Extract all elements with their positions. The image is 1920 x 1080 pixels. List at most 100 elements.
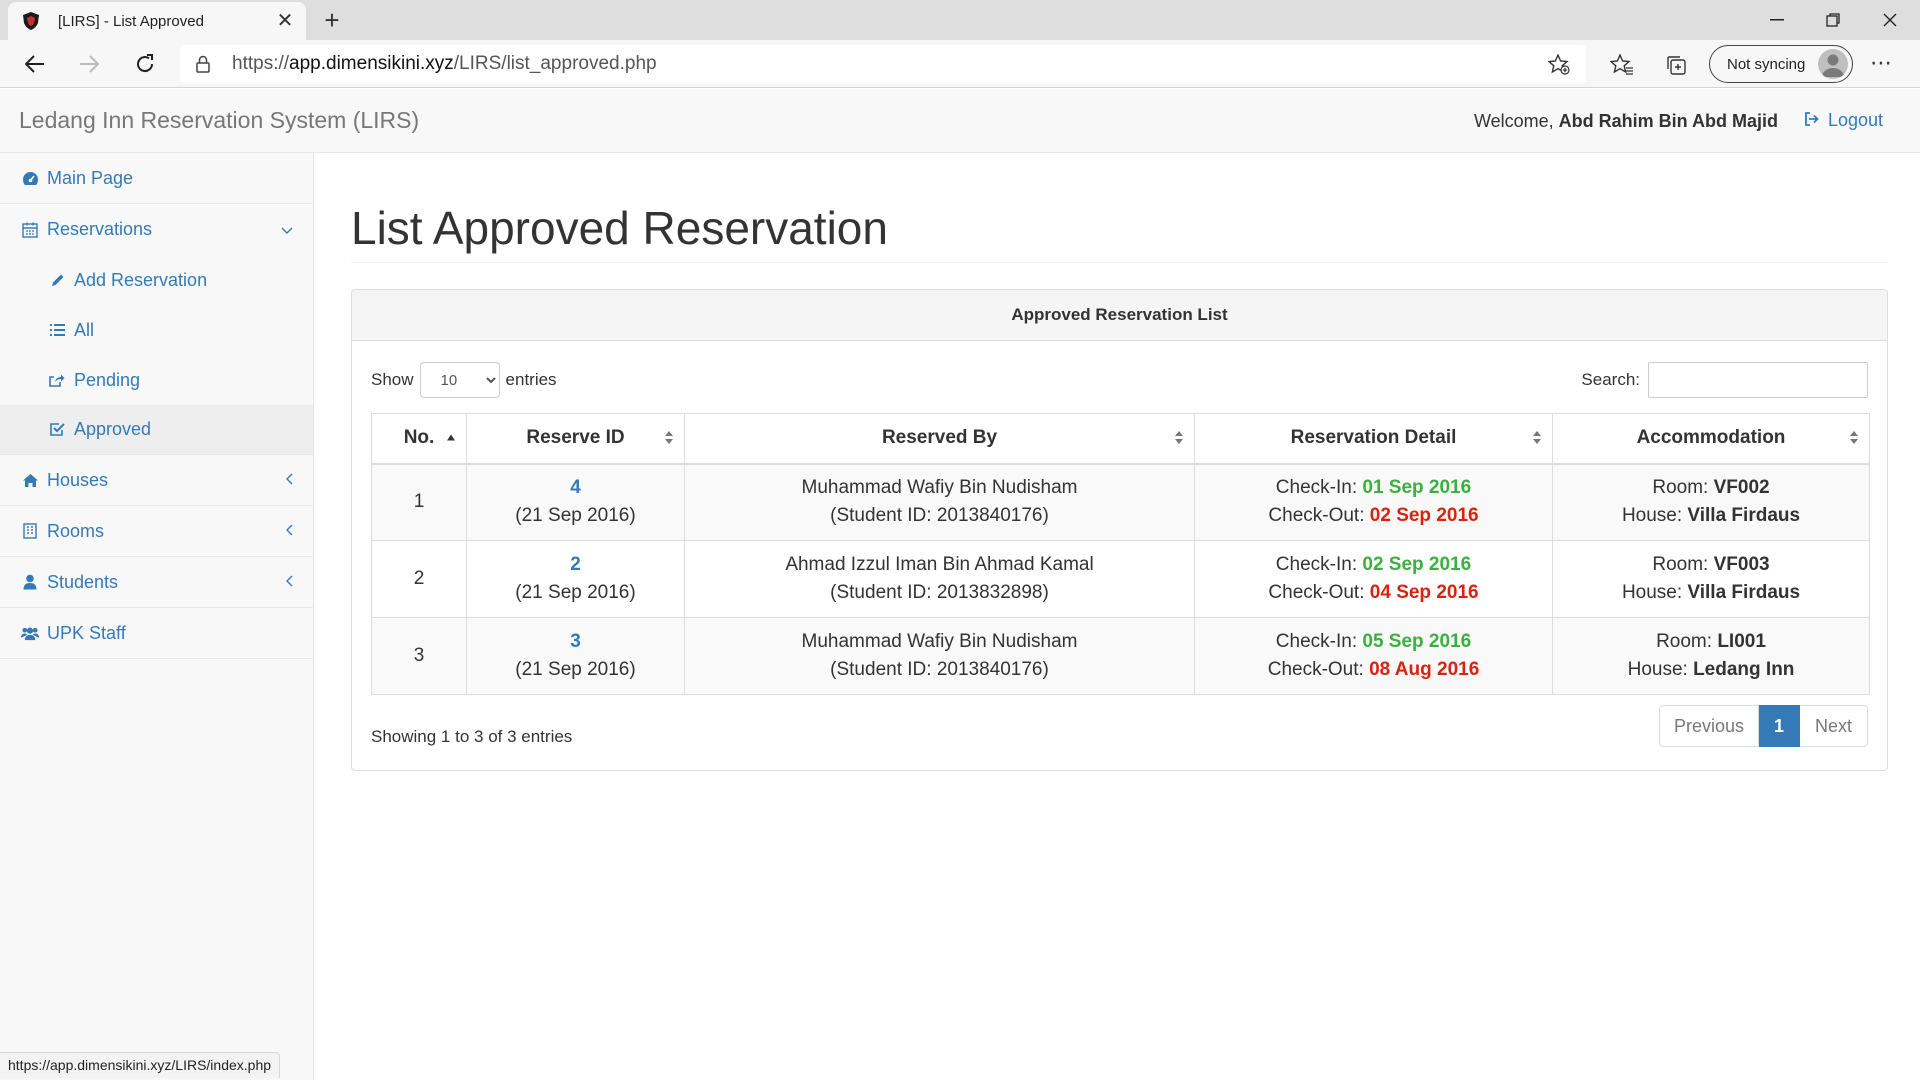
- table-row: 2 2 (21 Sep 2016) Ahmad Izzul Iman Bin A…: [371, 540, 1870, 618]
- sidebar-item-students[interactable]: Students: [0, 557, 313, 608]
- column-header-reservation-detail[interactable]: Reservation Detail: [1194, 413, 1553, 465]
- share-square-icon: [48, 371, 66, 389]
- student-name: Muhammad Wafiy Bin Nudisham: [801, 631, 1078, 652]
- building-icon: [21, 522, 39, 540]
- pagination-page-button[interactable]: 1: [1759, 705, 1800, 747]
- pagination-next-button[interactable]: Next: [1800, 705, 1868, 747]
- main-content: List Approved Reservation Approved Reser…: [315, 153, 1920, 1080]
- profile-avatar-icon: [1818, 49, 1848, 79]
- sidebar-item-all[interactable]: All: [0, 305, 313, 355]
- home-icon: [21, 471, 39, 489]
- user-icon: [21, 573, 39, 591]
- sidebar-item-rooms[interactable]: Rooms: [0, 506, 313, 557]
- student-name: Ahmad Izzul Iman Bin Ahmad Kamal: [785, 554, 1094, 575]
- sort-both-icon: [1532, 430, 1542, 446]
- sync-button[interactable]: Not syncing: [1709, 45, 1853, 83]
- room-code: VF003: [1713, 554, 1770, 575]
- dashboard-icon: [21, 169, 39, 187]
- more-menu-icon[interactable]: ⋯: [1870, 50, 1893, 76]
- forward-icon[interactable]: [72, 48, 106, 80]
- entries-length-control: Show 10 entries: [371, 362, 557, 398]
- house-name: Ledang Inn: [1693, 659, 1795, 680]
- table-header-row: No. Reserve ID Reserved By Reservation D…: [371, 413, 1870, 465]
- tab-close-icon[interactable]: ✕: [276, 11, 294, 31]
- favorites-icon[interactable]: [1609, 52, 1635, 78]
- page-title: List Approved Reservation: [351, 202, 888, 254]
- pagination-previous-button[interactable]: Previous: [1659, 705, 1759, 747]
- sidebar-item-pending[interactable]: Pending: [0, 355, 313, 405]
- reservation-panel: Approved Reservation List Show 10 entrie…: [351, 289, 1888, 771]
- chevron-down-icon: [281, 222, 293, 238]
- browser-tabstrip: [LIRS] - List Approved ✕ +: [0, 0, 1920, 40]
- show-label: Show: [371, 370, 414, 389]
- room-code: LI001: [1717, 631, 1766, 652]
- sort-both-icon: [664, 430, 674, 446]
- reserve-date: (21 Sep 2016): [515, 505, 636, 527]
- sidebar-item-upk-staff[interactable]: UPK Staff: [0, 608, 313, 659]
- reserve-id-link[interactable]: 3: [570, 631, 581, 652]
- panel-heading: Approved Reservation List: [352, 290, 1887, 341]
- checkout-date: 02 Sep 2016: [1369, 505, 1479, 527]
- chevron-left-icon: [285, 574, 293, 590]
- link-status-bar: https://app.dimensikini.xyz/LIRS/index.p…: [0, 1052, 281, 1078]
- checkout-date: 04 Sep 2016: [1369, 582, 1479, 603]
- close-window-icon[interactable]: [1862, 0, 1918, 40]
- url-text: https://app.dimensikini.xyz/LIRS/list_ap…: [232, 53, 657, 74]
- sidebar-item-houses[interactable]: Houses: [0, 455, 313, 506]
- checkin-date: 01 Sep 2016: [1362, 477, 1472, 499]
- cell-reserve-id: 2 (21 Sep 2016): [466, 540, 685, 618]
- reservation-table: No. Reserve ID Reserved By Reservation D…: [371, 413, 1870, 695]
- check-square-icon: [48, 421, 66, 439]
- table-row: 3 3 (21 Sep 2016) Muhammad Wafiy Bin Nud…: [371, 617, 1870, 695]
- reserve-id-link[interactable]: 2: [570, 554, 581, 575]
- user-name: Abd Rahim Bin Abd Majid: [1558, 111, 1778, 131]
- new-tab-icon[interactable]: +: [318, 6, 346, 34]
- add-favorite-icon[interactable]: [1547, 53, 1570, 80]
- cell-accommodation: Room: VF002 House: Villa Firdaus: [1552, 463, 1870, 541]
- sort-both-icon: [1849, 430, 1859, 446]
- sync-label: Not syncing: [1727, 55, 1806, 73]
- logout-link[interactable]: Logout: [1804, 110, 1883, 131]
- entries-label: entries: [505, 370, 557, 389]
- chevron-left-icon: [285, 523, 293, 539]
- reserve-date: (21 Sep 2016): [515, 582, 636, 603]
- sort-asc-icon: [446, 434, 456, 443]
- chevron-left-icon: [285, 472, 293, 488]
- minimize-icon[interactable]: [1749, 0, 1805, 40]
- sidebar-item-add-reservation[interactable]: Add Reservation: [0, 255, 313, 305]
- table-info: Showing 1 to 3 of 3 entries: [371, 727, 573, 746]
- cell-reserved-by: Ahmad Izzul Iman Bin Ahmad Kamal (Studen…: [684, 540, 1195, 618]
- app-brand[interactable]: Ledang Inn Reservation System (LIRS): [19, 107, 419, 134]
- cell-accommodation: Room: LI001 House: Ledang Inn: [1552, 617, 1870, 695]
- lock-icon[interactable]: [196, 55, 218, 73]
- sidebar-item-reservations[interactable]: Reservations: [0, 204, 313, 255]
- pencil-icon: [48, 271, 66, 289]
- column-header-no[interactable]: No.: [371, 413, 467, 465]
- column-header-accommodation[interactable]: Accommodation: [1552, 413, 1870, 465]
- cell-reservation-detail: Check-In: 02 Sep 2016 Check-Out: 04 Sep …: [1194, 540, 1553, 618]
- table-row: 1 4 (21 Sep 2016) Muhammad Wafiy Bin Nud…: [371, 463, 1870, 541]
- restore-icon[interactable]: [1805, 0, 1861, 40]
- column-header-reserve-id[interactable]: Reserve ID: [466, 413, 685, 465]
- cell-no: 1: [371, 463, 467, 541]
- cell-reserve-id: 3 (21 Sep 2016): [466, 617, 685, 695]
- student-id: (Student ID: 2013832898): [830, 582, 1049, 603]
- address-bar[interactable]: https://app.dimensikini.xyz/LIRS/list_ap…: [180, 45, 1586, 83]
- collections-icon[interactable]: [1663, 52, 1689, 78]
- pagination: Previous 1 Next: [1659, 705, 1868, 747]
- sidebar-item-main-page[interactable]: Main Page: [0, 153, 313, 204]
- entries-select[interactable]: 10: [419, 362, 500, 398]
- reserve-id-link[interactable]: 4: [570, 477, 581, 498]
- search-label: Search:: [1581, 370, 1640, 389]
- sidebar-item-approved[interactable]: Approved: [0, 405, 313, 455]
- browser-tab[interactable]: [LIRS] - List Approved ✕: [8, 2, 306, 40]
- refresh-icon[interactable]: [128, 48, 162, 80]
- cell-reserve-id: 4 (21 Sep 2016): [466, 463, 685, 541]
- back-icon[interactable]: [18, 48, 52, 80]
- search-control: Search:: [1581, 362, 1868, 398]
- cell-reserved-by: Muhammad Wafiy Bin Nudisham (Student ID:…: [684, 463, 1195, 541]
- search-input[interactable]: [1648, 362, 1868, 398]
- column-header-reserved-by[interactable]: Reserved By: [684, 413, 1195, 465]
- tab-title: [LIRS] - List Approved: [58, 12, 204, 30]
- calendar-icon: [21, 221, 39, 239]
